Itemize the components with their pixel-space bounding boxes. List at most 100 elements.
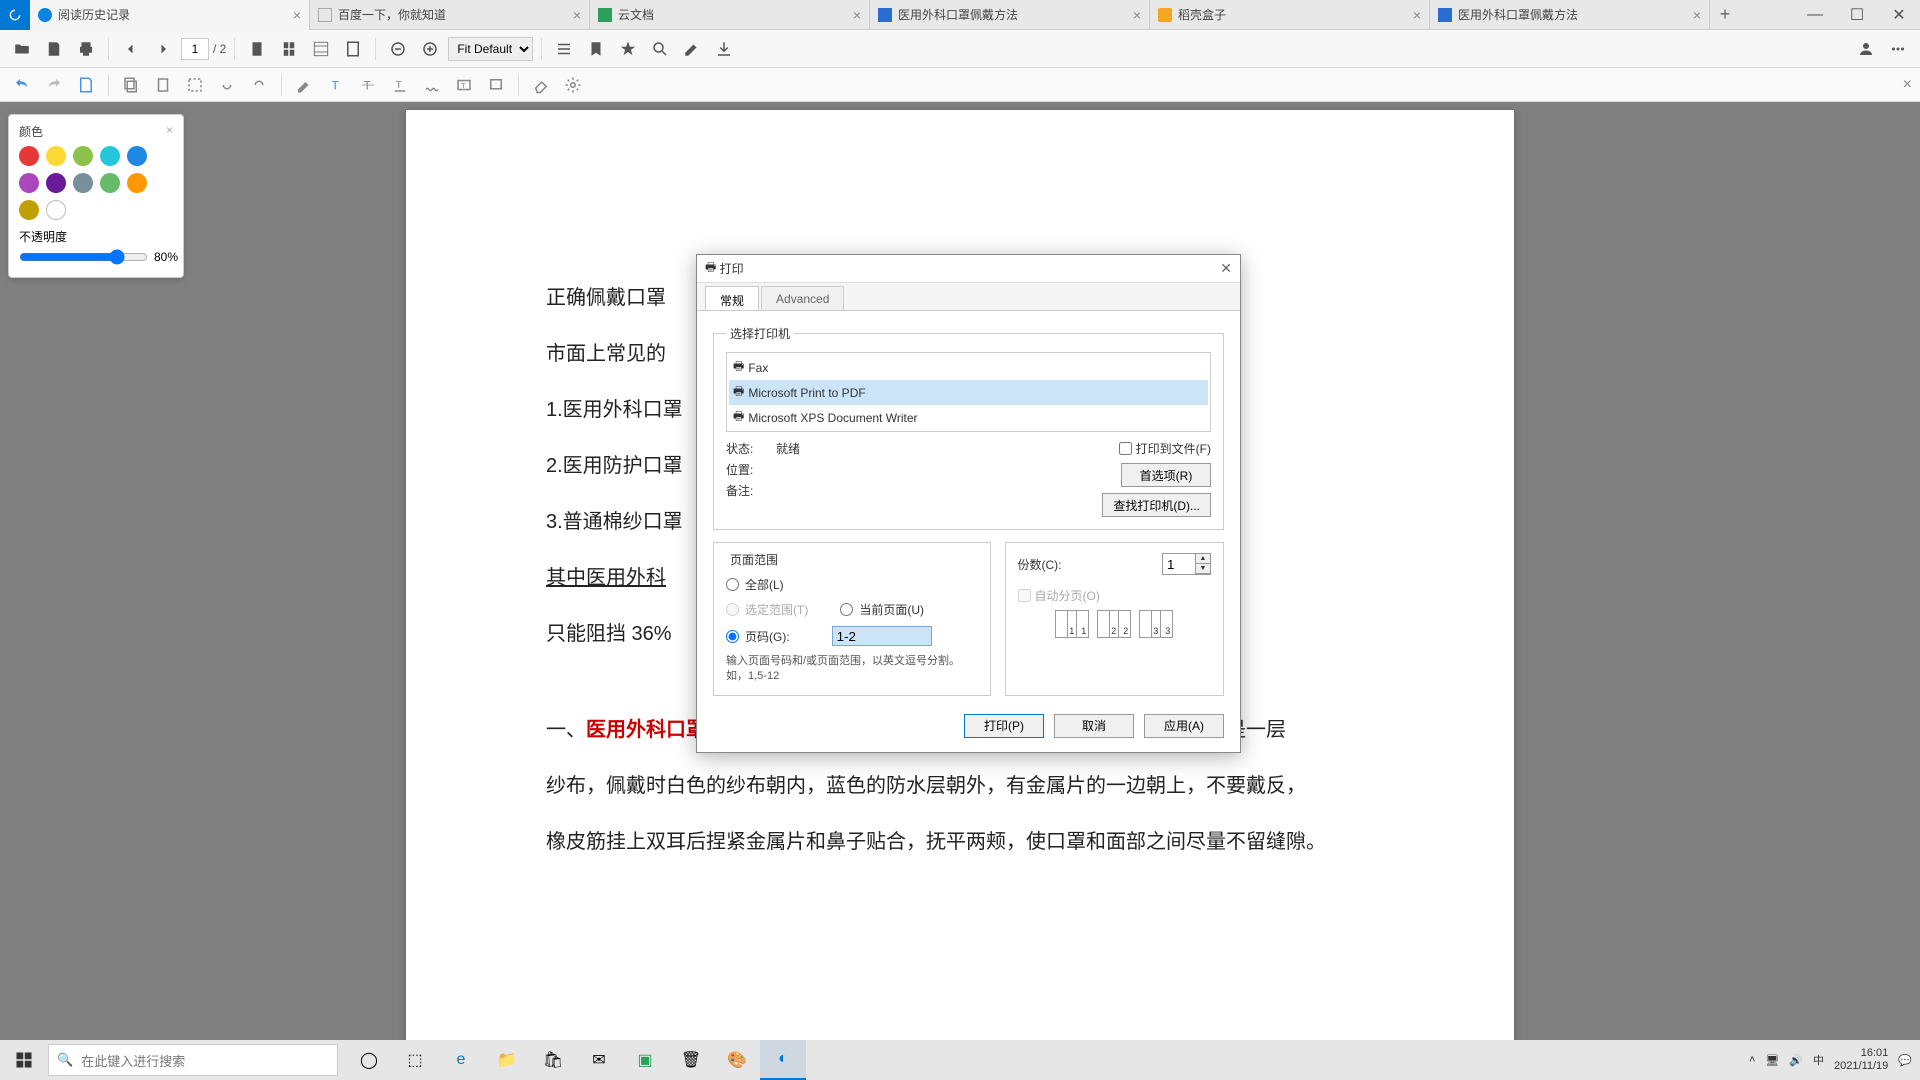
single-page-button[interactable] [243, 35, 271, 63]
task-view-button[interactable]: ◯ [346, 1040, 392, 1080]
settings-button[interactable] [559, 71, 587, 99]
close-annot-bar[interactable]: × [1903, 76, 1912, 94]
rotate-right-button[interactable] [245, 71, 273, 99]
store-button[interactable]: 🛍 [530, 1040, 576, 1080]
copies-input[interactable] [1162, 553, 1196, 575]
swatch-blue[interactable] [127, 146, 147, 166]
squiggly-button[interactable] [418, 71, 446, 99]
zoom-select[interactable]: Fit Default [448, 37, 533, 61]
chevron-down-icon[interactable]: ▼ [1196, 564, 1210, 574]
taskbar-search[interactable]: 🔍 在此键入进行搜索 [48, 1044, 338, 1076]
network-icon[interactable]: 🖥 [1765, 1054, 1779, 1067]
copy-button[interactable] [117, 71, 145, 99]
swatch-darkpurple[interactable] [46, 173, 66, 193]
undo-button[interactable] [8, 71, 36, 99]
minimize-button[interactable]: — [1794, 0, 1836, 30]
app-button-2[interactable]: 🎨 [714, 1040, 760, 1080]
text-button[interactable]: T [322, 71, 350, 99]
more-button[interactable] [1884, 35, 1912, 63]
close-icon[interactable]: × [1693, 7, 1701, 23]
close-button[interactable]: ✕ [1878, 0, 1920, 30]
close-icon[interactable]: × [166, 123, 173, 140]
close-icon[interactable]: × [573, 7, 581, 23]
highlight-button[interactable] [290, 71, 318, 99]
range-all-radio[interactable] [726, 578, 739, 591]
next-page-button[interactable] [149, 35, 177, 63]
swatch-yellow[interactable] [46, 146, 66, 166]
note-button[interactable] [482, 71, 510, 99]
page-input[interactable] [181, 38, 209, 60]
close-icon[interactable]: × [853, 7, 861, 23]
printer-item[interactable]: 🖶Microsoft XPS Document Writer [729, 405, 1208, 430]
textbox-button[interactable]: T [450, 71, 478, 99]
printer-list[interactable]: 🖶Fax 🖶Microsoft Print to PDF 🖶Microsoft … [726, 352, 1211, 432]
save-annot-button[interactable] [72, 71, 100, 99]
explorer-button[interactable]: 📁 [484, 1040, 530, 1080]
zoom-in-button[interactable] [416, 35, 444, 63]
range-pages-radio[interactable] [726, 630, 739, 643]
page-range-input[interactable] [832, 626, 932, 646]
star-button[interactable] [614, 35, 642, 63]
copies-stepper[interactable]: ▲▼ [1162, 553, 1211, 575]
preferences-button[interactable]: 首选项(R) [1121, 463, 1211, 487]
bookmark-button[interactable] [582, 35, 610, 63]
swatch-orange[interactable] [127, 173, 147, 193]
close-icon[interactable]: × [293, 7, 301, 23]
continuous-button[interactable] [275, 35, 303, 63]
swatch-lightgreen[interactable] [100, 173, 120, 193]
eraser-button[interactable] [527, 71, 555, 99]
tab-history[interactable]: 阅读历史记录 × [30, 0, 310, 30]
new-tab-button[interactable]: + [1710, 4, 1740, 25]
print-button[interactable] [72, 35, 100, 63]
redo-button[interactable] [40, 71, 68, 99]
print-button[interactable]: 打印(P) [964, 714, 1044, 738]
swatch-none[interactable] [46, 200, 66, 220]
range-current-radio[interactable] [840, 603, 853, 616]
tab-cloud-doc[interactable]: 云文档 × [590, 0, 870, 30]
close-icon[interactable]: ✕ [1220, 260, 1232, 277]
download-button[interactable] [710, 35, 738, 63]
tray-chevron-icon[interactable]: ˄ [1749, 1054, 1755, 1066]
tab-mask-doc-1[interactable]: 医用外科口罩佩戴方法 × [870, 0, 1150, 30]
start-button[interactable] [0, 1040, 48, 1080]
open-button[interactable] [8, 35, 36, 63]
ime-indicator[interactable]: 中 [1813, 1052, 1824, 1068]
save-button[interactable] [40, 35, 68, 63]
cancel-button[interactable]: 取消 [1054, 714, 1134, 738]
edge-button[interactable]: e [438, 1040, 484, 1080]
mail-button[interactable]: ✉ [576, 1040, 622, 1080]
close-icon[interactable]: × [1413, 7, 1421, 23]
fit-page-button[interactable] [339, 35, 367, 63]
swatch-red[interactable] [19, 146, 39, 166]
current-app-button[interactable]: ◐ [760, 1040, 806, 1080]
swatch-cyan[interactable] [100, 146, 120, 166]
tab-mask-doc-2[interactable]: 医用外科口罩佩戴方法 × [1430, 0, 1710, 30]
paste-button[interactable] [149, 71, 177, 99]
cortana-button[interactable]: ⬚ [392, 1040, 438, 1080]
app-button[interactable]: 🗑 [668, 1040, 714, 1080]
tab-baidu[interactable]: 百度一下，你就知道 × [310, 0, 590, 30]
swatch-bluegrey[interactable] [73, 173, 93, 193]
tab-advanced[interactable]: Advanced [761, 286, 844, 310]
fit-width-button[interactable] [307, 35, 335, 63]
tab-general[interactable]: 常规 [705, 286, 759, 310]
maximize-button[interactable]: ☐ [1836, 0, 1878, 30]
find-printer-button[interactable]: 查找打印机(D)... [1102, 493, 1211, 517]
underline-button[interactable]: T [386, 71, 414, 99]
strikethrough-button[interactable]: T [354, 71, 382, 99]
search-button[interactable] [646, 35, 674, 63]
opacity-slider[interactable] [19, 249, 148, 265]
swatch-purple[interactable] [19, 173, 39, 193]
volume-icon[interactable]: 🔊 [1789, 1054, 1803, 1067]
close-icon[interactable]: × [1133, 7, 1141, 23]
user-button[interactable] [1852, 35, 1880, 63]
chevron-up-icon[interactable]: ▲ [1196, 554, 1210, 564]
zoom-out-button[interactable] [384, 35, 412, 63]
printer-item[interactable]: 🖶Fax [729, 355, 1208, 380]
swatch-olive[interactable] [19, 200, 39, 220]
clock[interactable]: 16:01 2021/11/19 [1834, 1047, 1888, 1073]
swatch-green[interactable] [73, 146, 93, 166]
outline-button[interactable] [550, 35, 578, 63]
apply-button[interactable]: 应用(A) [1144, 714, 1224, 738]
tab-daoke[interactable]: 稻壳盒子 × [1150, 0, 1430, 30]
